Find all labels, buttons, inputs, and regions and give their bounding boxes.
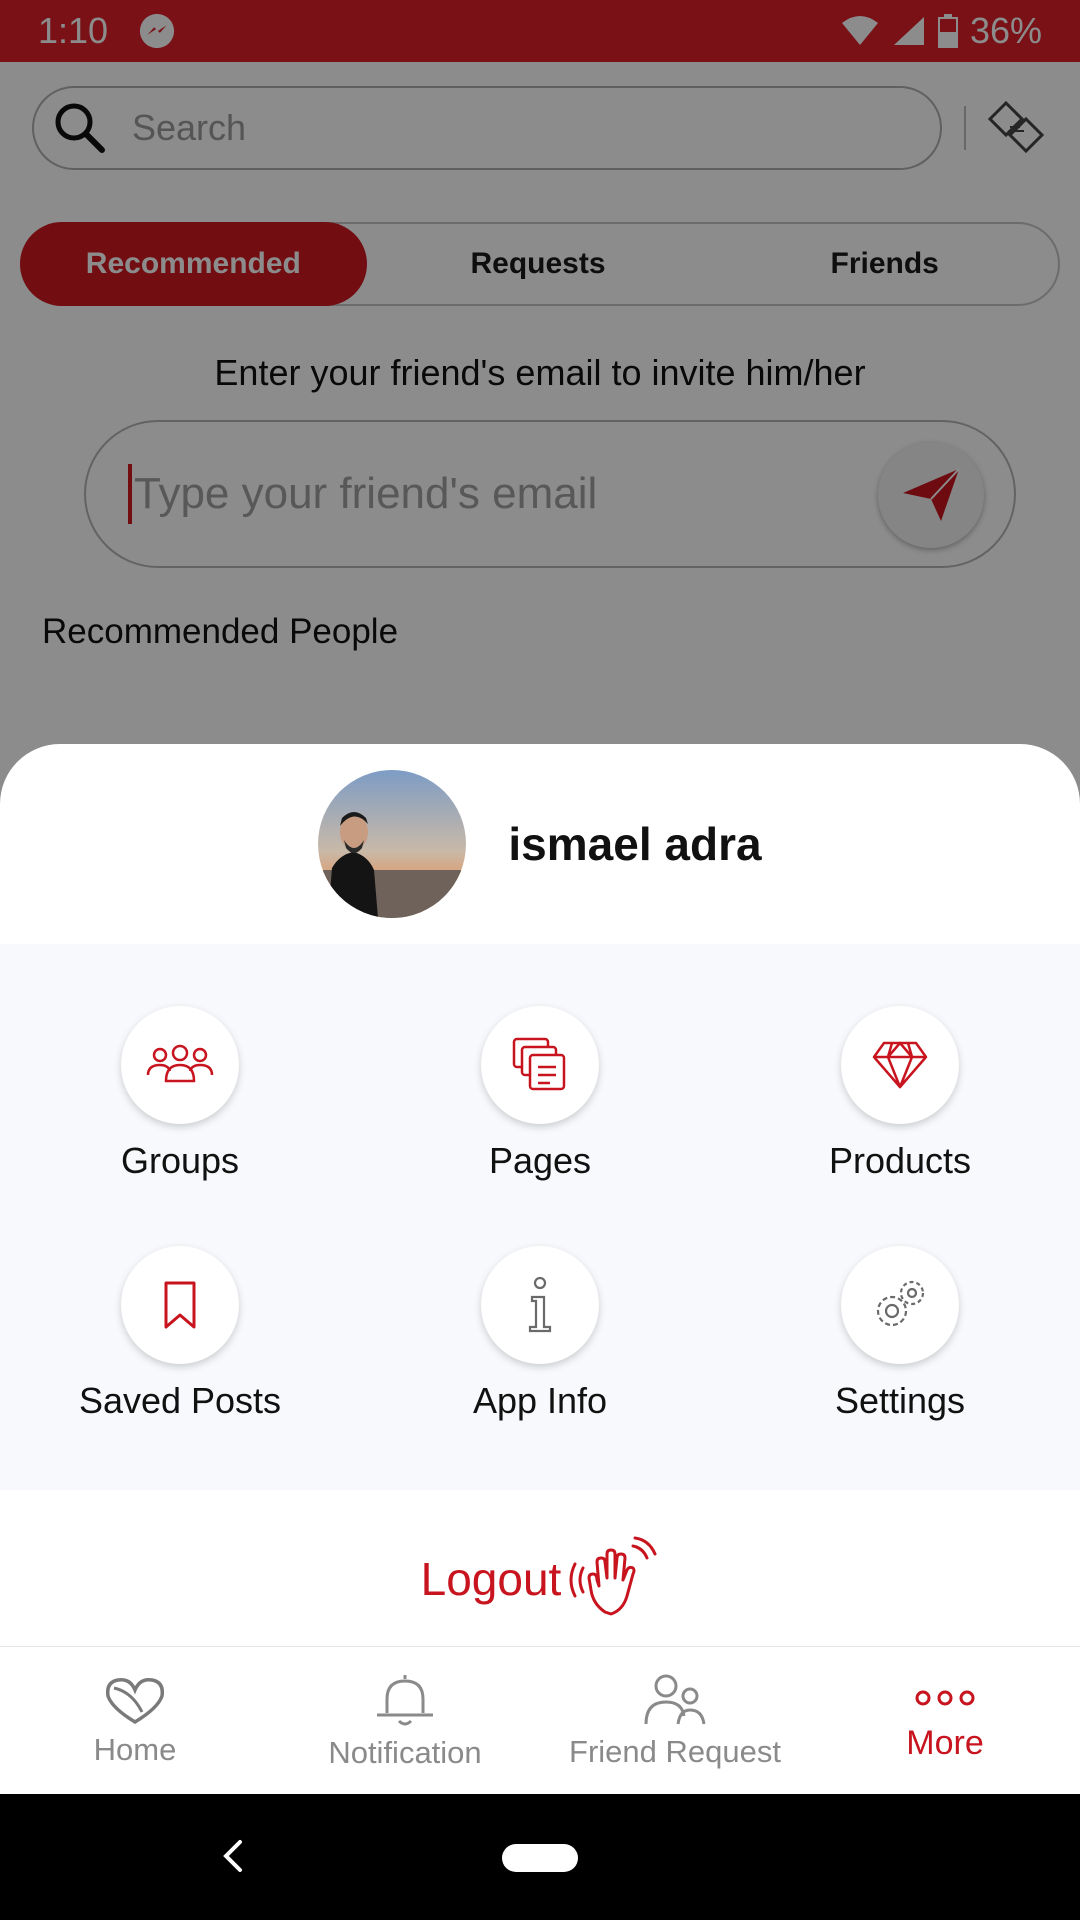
logout-button[interactable]: Logout	[0, 1524, 1080, 1634]
profile-name: ismael adra	[508, 818, 762, 870]
saved-posts-label: Saved Posts	[78, 1380, 282, 1421]
gear-icon	[876, 1280, 925, 1327]
system-nav-bar	[0, 1794, 1080, 1920]
nav-home[interactable]: Home	[0, 1647, 270, 1794]
bell-icon	[377, 1674, 433, 1725]
saved-posts-item[interactable]: Saved Posts	[0, 1246, 360, 1422]
logout-label: Logout	[420, 1553, 562, 1605]
more-icon	[915, 1690, 975, 1706]
profile-row[interactable]: ismael adra	[0, 744, 1080, 944]
home-icon	[105, 1677, 165, 1724]
waving-hand-icon	[569, 1536, 657, 1616]
menu-grid: Groups Pages Products Saved Posts App In…	[0, 944, 1080, 1490]
nav-more-label: More	[906, 1724, 984, 1762]
saved-posts-button[interactable]	[121, 1246, 239, 1364]
groups-button[interactable]	[121, 1006, 239, 1124]
groups-label: Groups	[120, 1140, 240, 1181]
nav-notification-label: Notification	[328, 1734, 482, 1770]
nav-more[interactable]: More	[810, 1647, 1080, 1794]
bookmark-icon	[164, 1281, 196, 1329]
avatar	[318, 770, 467, 918]
bottom-nav: Home Notification Friend Request More	[0, 1646, 1080, 1794]
info-icon	[528, 1276, 552, 1333]
nav-notification[interactable]: Notification	[270, 1647, 540, 1794]
settings-button[interactable]	[841, 1246, 959, 1364]
more-menu-sheet: ismael adra Groups Pages Products Saved …	[0, 744, 1080, 1794]
products-button[interactable]	[841, 1006, 959, 1124]
friends-icon	[644, 1674, 706, 1724]
nav-friend-request-label: Friend Request	[569, 1733, 781, 1769]
diamond-icon	[872, 1041, 928, 1089]
settings-label: Settings	[834, 1380, 966, 1421]
back-icon[interactable]	[220, 1836, 244, 1876]
products-item[interactable]: Products	[720, 1006, 1080, 1182]
groups-item[interactable]: Groups	[0, 1006, 360, 1182]
app-info-button[interactable]	[481, 1246, 599, 1364]
nav-friend-request[interactable]: Friend Request	[540, 1647, 810, 1794]
app-info-item[interactable]: App Info	[360, 1246, 720, 1422]
pages-item[interactable]: Pages	[360, 1006, 720, 1182]
products-label: Products	[828, 1140, 972, 1181]
app-info-label: App Info	[472, 1380, 608, 1421]
pages-icon	[512, 1037, 566, 1091]
pages-label: Pages	[488, 1140, 592, 1181]
pages-button[interactable]	[481, 1006, 599, 1124]
home-gesture-pill[interactable]	[502, 1844, 578, 1872]
settings-item[interactable]: Settings	[720, 1246, 1080, 1422]
groups-icon	[146, 1044, 214, 1083]
nav-home-label: Home	[93, 1731, 177, 1767]
